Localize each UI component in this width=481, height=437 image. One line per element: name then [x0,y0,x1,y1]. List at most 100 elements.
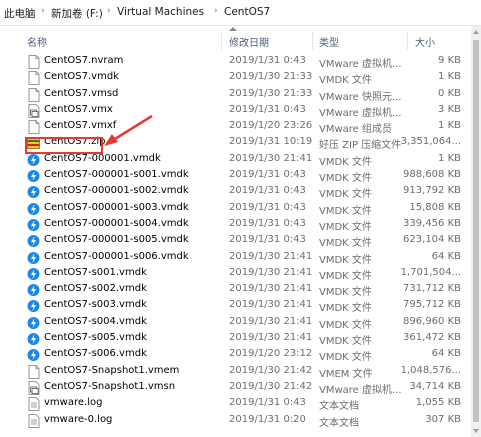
breadcrumb-this-pc[interactable]: 此电脑 [4,6,36,21]
file-size: 988,608 KB [403,169,461,181]
file-size: 3,351,064... [400,136,461,148]
vmware-disk-icon [27,153,40,167]
column-divider[interactable] [407,32,408,50]
breadcrumb-centos7[interactable]: CentOS7 [224,6,270,18]
vmem-file-icon [27,364,40,379]
file-row[interactable]: CentOS7-000001-s006.vmdk 2019/1/30 21:41 V… [22,249,471,266]
scroll-up-icon[interactable] [473,30,479,34]
file-row[interactable]: CentOS7-000001-s001.vmdk 2019/1/31 0:43 VM… [22,167,471,184]
navigation-pane-edge [0,26,22,437]
vmware-disk-icon [27,251,40,265]
file-row[interactable]: CentOS7-s006.vmdk 2019/1/20 23:12 VMDK 文件 6… [22,346,471,363]
file-date: 2019/1/30 21:33 [229,87,313,99]
file-type: VMware 快照元... [319,91,402,103]
file-date: 2019/1/20 23:12 [229,348,313,360]
file-type: VMware 虚拟机... [319,384,402,396]
address-bar[interactable]: 此电脑 › 新加卷 (F:) › Virtual Machines › Cent… [0,0,481,26]
file-row[interactable]: CentOS7.vmsd 2019/1/30 21:33 VMware 快照元...… [22,86,471,103]
file-row[interactable]: CentOS7-000001-s005.vmdk 2019/1/31 0:43 VM… [22,232,471,249]
column-header-name[interactable]: 名称 [27,34,47,49]
file-size: 361,472 KB [403,332,461,344]
file-size: 1 KB [438,152,461,164]
file-date: 2019/1/31 0:43 [229,169,306,181]
file-row[interactable]: CentOS7.vmdk 2019/1/30 21:33 VMDK 文件 1 KB [22,69,471,87]
file-name: CentOS7-000001-s006.vmdk [44,250,189,262]
file-row[interactable]: CentOS7-s002.vmdk 2019/1/30 21:41 VMDK 文件 7… [22,281,471,298]
file-row[interactable]: vmware.log 2019/1/31 0:43 文本文档 1,055 KB [22,395,471,412]
file-row[interactable]: CentOS7.vmxf 2019/1/20 23:26 VMware 组成员 1 K… [22,118,471,135]
file-date: 2019/1/30 21:41 [229,299,313,311]
file-name: CentOS7-s006.vmdk [44,348,147,360]
breadcrumb-drive[interactable]: 新加卷 (F:) [51,6,103,21]
file-type: VMDK 文件 [319,336,372,348]
sort-arrow-icon [229,27,237,31]
file-type: VMDK 文件 [319,254,372,266]
nvram-file-icon [27,55,40,69]
scrollbar-thumb[interactable] [473,40,479,422]
log-file-icon [27,413,40,428]
file-row[interactable]: CentOS7-Snapshot1.vmsn 2019/1/30 21:42 VMw… [22,379,471,396]
file-row[interactable]: CentOS7-000001-s004.vmdk 2019/1/31 0:43 VM… [22,216,471,233]
file-size: 795,712 KB [403,299,461,311]
file-row[interactable]: CentOS7-000001-s003.vmdk 2019/1/31 0:43 VM… [22,200,471,217]
breadcrumb-separator-icon[interactable]: › [41,6,45,16]
file-size: 913,792 KB [403,185,461,197]
file-name: CentOS7-Snapshot1.vmsn [44,380,176,392]
scroll-down-icon[interactable] [473,429,479,433]
column-header-date[interactable]: 修改日期 [229,34,269,49]
file-date: 2019/1/30 21:42 [229,364,313,376]
file-name: vmware-0.log [44,413,113,425]
vmware-disk-icon [27,185,40,199]
file-date: 2019/1/30 21:41 [229,266,313,278]
file-row[interactable]: CentOS7-000001-s002.vmdk 2019/1/31 0:43 VM… [22,183,471,200]
annotation-arrow-icon [104,114,153,146]
file-row[interactable]: CentOS7-s001.vmdk 2019/1/30 21:41 VMDK 文件 1… [22,265,471,282]
file-name: CentOS7-000001-s001.vmdk [44,169,189,181]
file-date: 2019/1/31 0:43 [229,185,306,197]
file-size: 3 KB [438,103,461,115]
file-size: 15,808 KB [409,201,461,213]
file-name: CentOS7-000001-s005.vmdk [44,234,189,246]
file-row[interactable]: vmware-0.log 2019/1/31 0:20 文本文档 307 KB [22,412,471,429]
file-date: 2019/1/30 21:41 [229,332,313,344]
file-row[interactable]: CentOS7-s003.vmdk 2019/1/30 21:41 VMDK 文件 7… [22,297,471,314]
file-type: VMDK 文件 [319,319,372,331]
file-date: 2019/1/31 0:43 [229,103,306,115]
file-size: 64 KB [431,348,461,360]
file-size: 1,048,576... [400,364,461,376]
file-name: CentOS7-000001-s004.vmdk [44,217,189,229]
file-row[interactable]: CentOS7.vmx 2019/1/31 0:43 VMware 虚拟机... 3 … [22,102,471,119]
file-name: vmware.log [44,397,103,409]
vmware-disk-icon [27,218,40,232]
file-type: VMDK 文件 [319,270,372,282]
file-date: 2019/1/31 0:43 [229,55,306,66]
file-size: 1,701,504... [400,266,461,278]
file-name: CentOS7-s003.vmdk [44,299,147,311]
file-type: VMDK 文件 [319,156,372,168]
file-row[interactable]: CentOS7.nvram 2019/1/31 0:43 VMware 虚拟机...… [22,53,471,70]
file-row[interactable]: CentOS7-s004.vmdk 2019/1/30 21:41 VMDK 文件 8… [22,314,471,331]
column-header-type[interactable]: 类型 [319,34,339,49]
column-header-size[interactable]: 大小 [415,34,435,49]
file-type: VMDK 文件 [319,221,372,233]
breadcrumb-separator-icon[interactable]: › [107,6,111,16]
file-type: VMware 虚拟机... [319,59,402,70]
vertical-scrollbar[interactable] [471,26,481,437]
file-row[interactable]: CentOS7-s005.vmdk 2019/1/30 21:41 VMDK 文件 3… [22,330,471,348]
file-name: CentOS7.vmsd [44,87,119,99]
file-date: 2019/1/31 0:43 [229,201,306,213]
file-size: 1 KB [438,120,461,132]
file-name: CentOS7-s004.vmdk [44,315,147,327]
file-list-pane: 名称 修改日期 类型 大小 CentOS7.nvram 2019/1/31 0:4… [0,26,471,437]
vmware-disk-icon [27,348,40,362]
column-divider[interactable] [221,32,222,50]
breadcrumb-virtual-machines[interactable]: Virtual Machines [117,6,204,18]
highlight-box [25,137,103,154]
file-name: CentOS7-s002.vmdk [44,283,147,295]
file-type: VMDK 文件 [319,75,372,87]
file-name: CentOS7-Snapshot1.vmem [44,364,180,376]
breadcrumb-separator-icon[interactable]: › [214,6,218,16]
file-row[interactable]: CentOS7-Snapshot1.vmem 2019/1/30 21:42 VME… [22,363,471,380]
column-divider[interactable] [312,32,313,50]
file-date: 2019/1/31 0:43 [229,397,306,409]
